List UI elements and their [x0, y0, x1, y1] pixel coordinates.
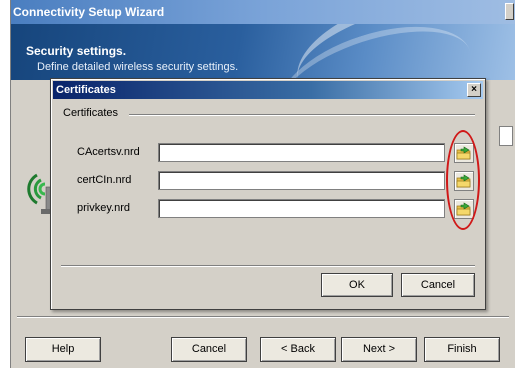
wizard-title-button[interactable] — [505, 3, 514, 20]
wizard-header-banner: Security settings. Define detailed wirel… — [11, 24, 515, 80]
wizard-background-field[interactable] — [499, 126, 513, 146]
group-box-line — [129, 114, 475, 116]
wizard-cancel-button[interactable]: Cancel — [171, 337, 247, 362]
header-title: Security settings. — [26, 44, 127, 58]
ok-button[interactable]: OK — [321, 273, 393, 297]
next-button[interactable]: Next > — [341, 337, 417, 362]
dialog-title: Certificates — [56, 84, 116, 96]
close-icon[interactable]: × — [467, 83, 481, 97]
wizard-footer-separator — [17, 316, 509, 318]
privkey-label: privkey.nrd — [77, 202, 130, 214]
header-subtitle: Define detailed wireless security settin… — [37, 61, 239, 73]
certcln-input[interactable] — [158, 171, 445, 190]
certcln-label: certCIn.nrd — [77, 174, 132, 186]
back-button[interactable]: < Back — [260, 337, 336, 362]
browse-buttons-highlight-ellipse — [446, 130, 480, 230]
privkey-input[interactable] — [158, 199, 445, 218]
finish-button[interactable]: Finish — [424, 337, 500, 362]
dialog-title-bar: Certificates × — [53, 81, 483, 99]
wizard-title: Connectivity Setup Wizard — [13, 5, 165, 19]
certificates-group-label: Certificates — [63, 107, 119, 119]
help-button[interactable]: Help — [25, 337, 101, 362]
banner-swoosh-decoration — [265, 24, 485, 80]
dialog-cancel-button[interactable]: Cancel — [401, 273, 475, 297]
cacert-input[interactable] — [158, 143, 445, 162]
cacert-label: CAcertsv.nrd — [77, 146, 140, 158]
certificates-dialog: Certificates × Certificates CAcertsv.nrd… — [50, 78, 486, 310]
wizard-title-bar: Connectivity Setup Wizard — [11, 0, 515, 24]
dialog-separator — [61, 265, 475, 267]
